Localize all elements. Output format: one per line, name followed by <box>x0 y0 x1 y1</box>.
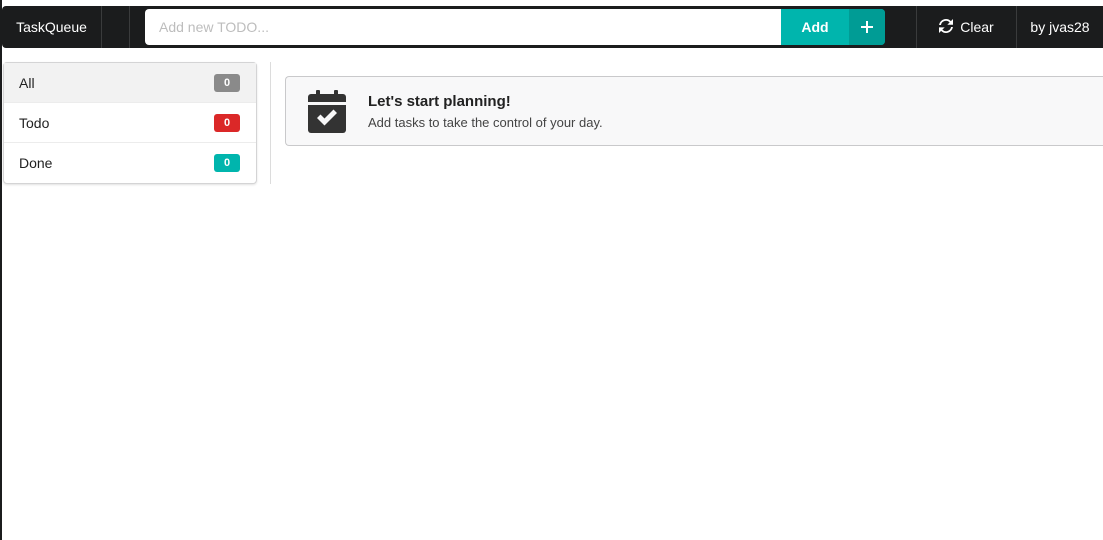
message-header: Let's start planning! <box>368 92 511 110</box>
empty-state-message: Let's start planning! Add tasks to take … <box>285 76 1103 146</box>
filter-menu: All 0 Todo 0 Done 0 <box>3 62 257 184</box>
clear-button[interactable]: Clear <box>917 6 1017 48</box>
window-edge <box>0 0 2 540</box>
vertical-divider <box>270 62 271 184</box>
refresh-icon <box>939 18 954 36</box>
plus-icon <box>849 9 885 45</box>
filter-all-count-badge: 0 <box>214 73 240 92</box>
filter-todo-label: Todo <box>19 114 50 131</box>
new-todo-form: Add <box>130 6 885 48</box>
brand[interactable]: TaskQueue <box>2 6 102 48</box>
filter-todo[interactable]: Todo 0 <box>4 103 256 143</box>
message-content: Let's start planning! Add tasks to take … <box>368 93 603 130</box>
menu-spacer <box>102 6 130 48</box>
filter-done-label: Done <box>19 155 53 171</box>
filter-done-count-badge: 0 <box>214 154 240 172</box>
top-menu: TaskQueue Add Clear by jvas28 <box>2 6 1103 48</box>
filter-all-label: All <box>19 74 35 91</box>
menu-gap <box>885 6 917 48</box>
add-button-label: Add <box>801 19 829 35</box>
calendar-check-icon <box>286 89 368 133</box>
filter-all[interactable]: All 0 <box>4 63 256 103</box>
new-todo-input[interactable] <box>145 9 781 45</box>
add-button[interactable]: Add <box>781 9 885 45</box>
clear-button-label: Clear <box>960 19 994 35</box>
message-text: Add tasks to take the control of your da… <box>368 114 603 130</box>
filter-todo-count-badge: 0 <box>214 113 240 132</box>
author-link[interactable]: by jvas28 <box>1017 6 1103 48</box>
filter-done[interactable]: Done 0 <box>4 143 256 183</box>
